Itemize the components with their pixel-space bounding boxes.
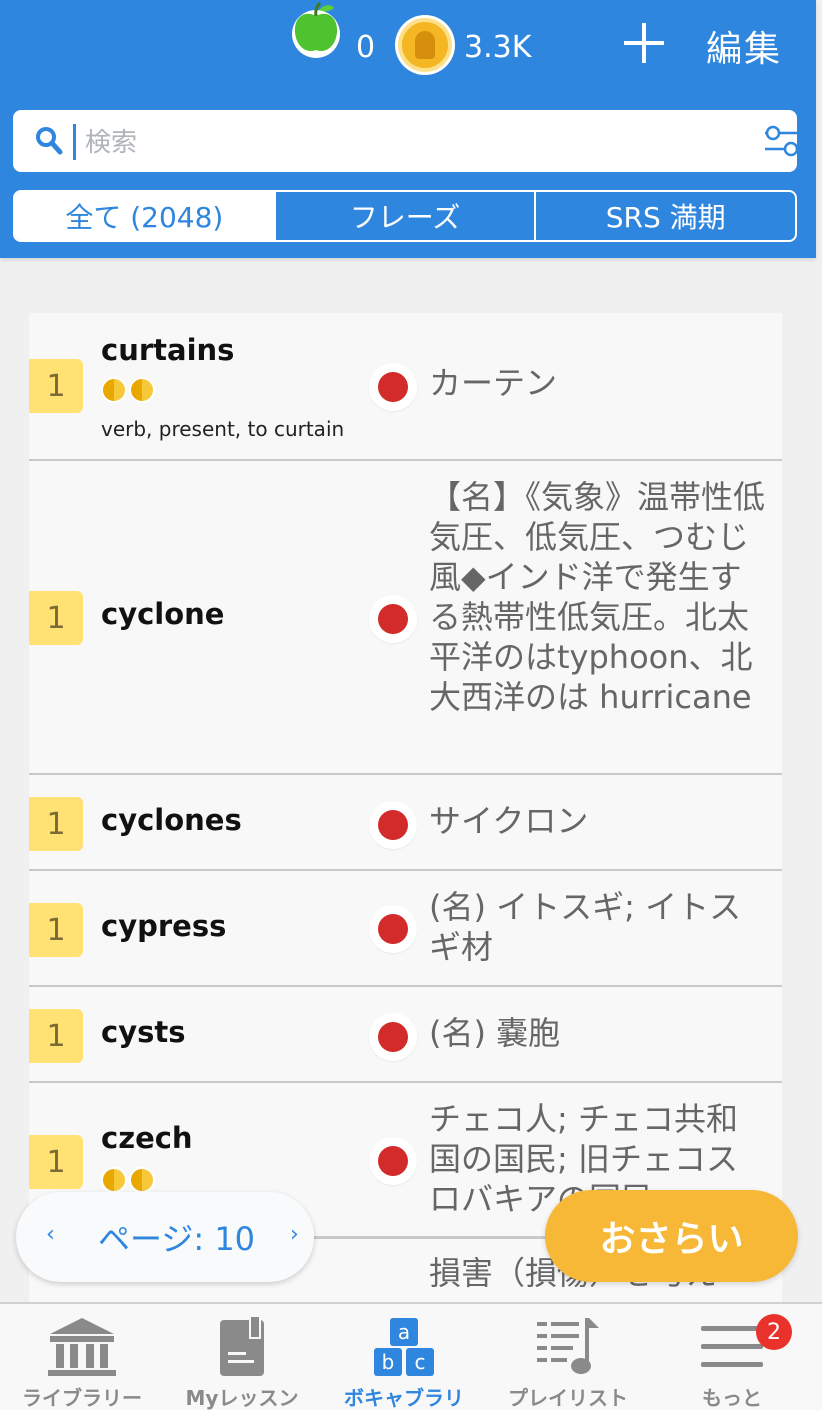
nav-label: プレイリスト xyxy=(508,1386,628,1410)
svg-text:c: c xyxy=(415,1350,426,1374)
coin-dot-icon xyxy=(129,377,155,403)
coin-icon xyxy=(398,18,452,72)
nav-my-lessons[interactable]: Myレッスン xyxy=(160,1304,324,1410)
page-selector[interactable]: ‹ ページ: 10 › xyxy=(16,1192,314,1282)
word-text: cypress xyxy=(101,909,227,943)
notification-badge: 2 xyxy=(756,1314,792,1350)
vocabulary-list: 1 curtains verb, present, to curtain カーテ… xyxy=(29,313,782,1319)
word-definition: (名) 嚢胞 xyxy=(429,1014,561,1052)
list-item[interactable]: 1 cyclones サイクロン xyxy=(29,775,782,871)
level-badge: 1 xyxy=(29,359,83,413)
lesson-book-icon xyxy=(220,1315,264,1376)
text-caret xyxy=(73,124,76,160)
tab-phrases[interactable]: フレーズ xyxy=(276,192,537,240)
divider xyxy=(314,1236,546,1238)
nav-library[interactable]: ライブラリー xyxy=(0,1304,164,1410)
word-text: cysts xyxy=(101,1015,186,1049)
word-text: czech xyxy=(101,1121,193,1155)
coin-dots xyxy=(101,377,155,403)
coin-dot-icon xyxy=(101,1167,127,1193)
svg-text:b: b xyxy=(382,1350,395,1374)
word-definition: カーテン xyxy=(429,364,558,402)
bottom-nav: ライブラリー Myレッスン a b c ボキャブラリ プレイリスト もっと xyxy=(0,1302,822,1410)
status-dot-icon xyxy=(369,905,417,953)
word-grammar: verb, present, to curtain xyxy=(101,417,345,441)
svg-text:a: a xyxy=(398,1320,410,1344)
status-dot-icon xyxy=(369,595,417,643)
list-item[interactable]: 1 curtains verb, present, to curtain カーテ… xyxy=(29,313,782,461)
status-dot-icon xyxy=(369,801,417,849)
edit-button[interactable]: 編集 xyxy=(706,20,782,72)
next-page-button[interactable]: › xyxy=(290,1222,299,1247)
menu-icon xyxy=(701,1326,763,1367)
level-badge: 1 xyxy=(29,797,83,851)
list-item[interactable]: 1 cysts (名) 嚢胞 xyxy=(29,987,782,1083)
tab-srs-due[interactable]: SRS 満期 xyxy=(536,192,795,240)
coin-dot-icon xyxy=(101,377,127,403)
status-dot-icon xyxy=(369,363,417,411)
word-definition: (名) イトスギ; イトスギ材 xyxy=(429,888,742,966)
abc-blocks-icon: a b c xyxy=(374,1318,434,1376)
filter-icon[interactable] xyxy=(763,124,801,158)
word-text: cyclones xyxy=(101,803,242,837)
nav-playlist[interactable]: プレイリスト xyxy=(486,1304,650,1410)
nav-label: もっと xyxy=(702,1386,762,1410)
page-label: ページ: 10 xyxy=(98,1220,256,1258)
word-definition: サイクロン xyxy=(429,802,589,840)
top-bar: 0 3.3K 編集 検索 全て (2048) フレーズ SRS 満期 xyxy=(0,0,816,258)
nav-label: ライブラリー xyxy=(22,1386,142,1410)
filter-tabs: 全て (2048) フレーズ SRS 満期 xyxy=(13,190,797,242)
level-badge: 1 xyxy=(29,903,83,957)
word-text: cyclone xyxy=(101,597,225,631)
search-bar[interactable]: 検索 xyxy=(13,110,799,172)
library-icon xyxy=(48,1318,116,1376)
apple-count: 0 xyxy=(356,30,376,65)
status-dot-icon xyxy=(369,1137,417,1185)
level-badge: 1 xyxy=(29,1009,83,1063)
search-input[interactable]: 検索 xyxy=(85,122,137,159)
coin-dots xyxy=(101,1167,155,1193)
review-button[interactable]: おさらい xyxy=(545,1190,798,1282)
tab-all[interactable]: 全て (2048) xyxy=(15,192,276,240)
status-dot-icon xyxy=(369,1013,417,1061)
coin-dot-icon xyxy=(129,1167,155,1193)
nav-more[interactable]: もっと xyxy=(650,1304,814,1410)
word-definition: 【名】《気象》温帯性低気圧、低気圧、つむじ風◆インド洋で発生する熱帯性低気圧。北… xyxy=(429,478,766,716)
word-text: curtains xyxy=(101,333,235,367)
list-item[interactable]: 1 cyclone 【名】《気象》温帯性低気圧、低気圧、つむじ風◆インド洋で発生… xyxy=(29,461,782,775)
playlist-icon xyxy=(537,1318,599,1374)
search-icon xyxy=(36,127,63,155)
level-badge: 1 xyxy=(29,1135,83,1189)
level-badge: 1 xyxy=(29,591,83,645)
apple-icon xyxy=(292,1,340,58)
add-button[interactable] xyxy=(620,18,670,68)
list-item[interactable]: 1 cypress (名) イトスギ; イトスギ材 xyxy=(29,871,782,987)
coin-count: 3.3K xyxy=(464,30,532,65)
prev-page-button[interactable]: ‹ xyxy=(46,1222,55,1247)
nav-vocabulary[interactable]: a b c ボキャブラリ xyxy=(322,1304,486,1410)
nav-label: ボキャブラリ xyxy=(344,1386,464,1410)
nav-label: Myレッスン xyxy=(185,1386,299,1410)
